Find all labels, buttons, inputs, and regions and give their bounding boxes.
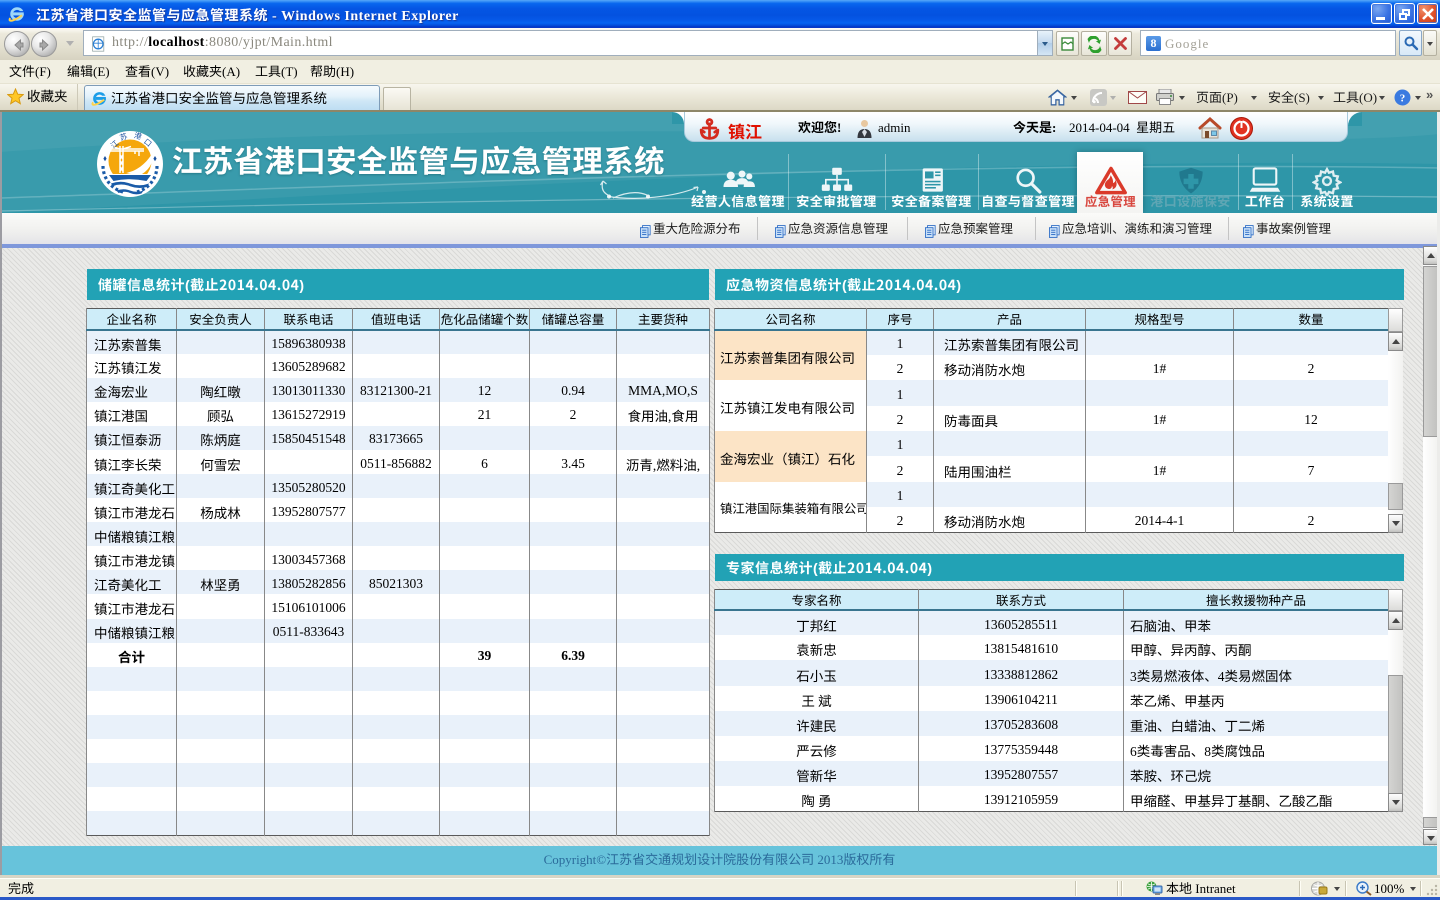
svg-text:?: ?	[1400, 93, 1406, 105]
